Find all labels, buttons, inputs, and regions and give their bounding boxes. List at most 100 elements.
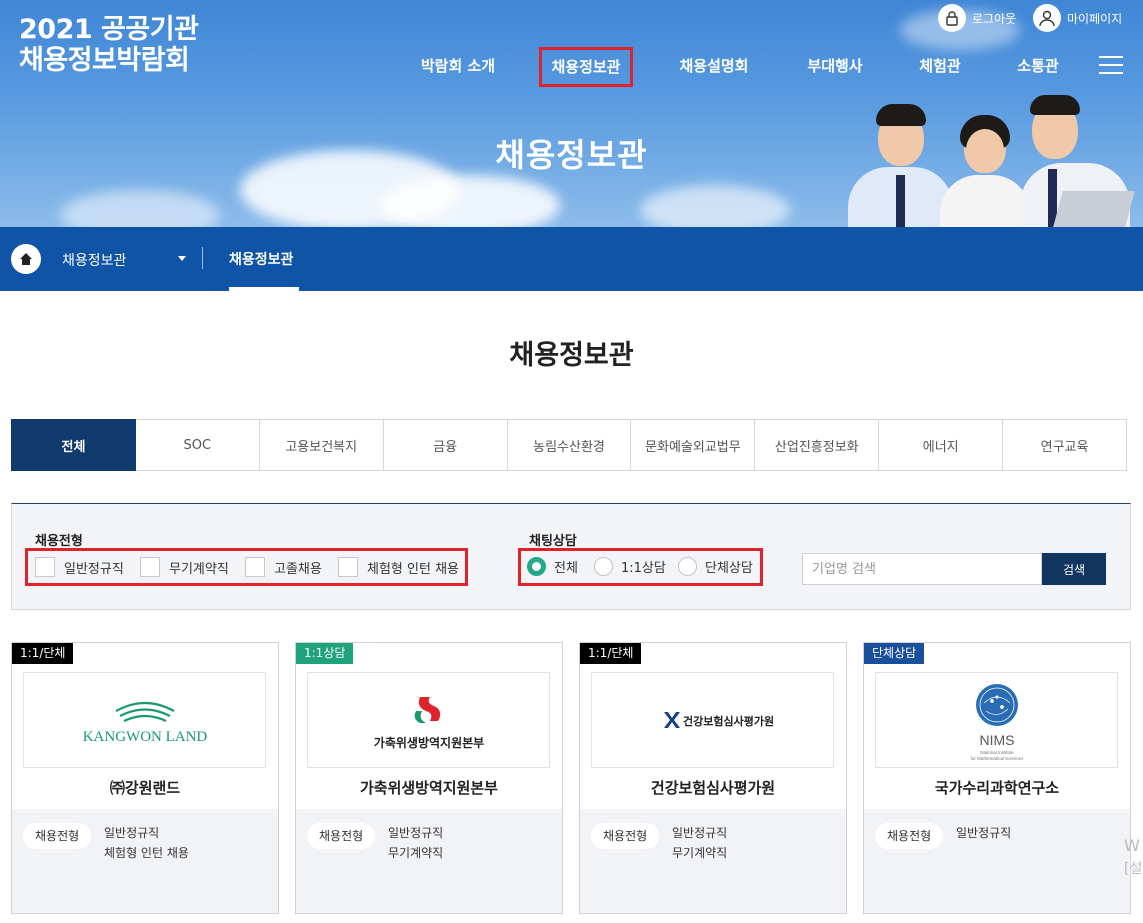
tab-all[interactable]: 전체 xyxy=(11,419,136,471)
radio-one-on-one[interactable]: 1:1상담 xyxy=(594,557,666,576)
employment-type: 일반정규직 xyxy=(956,826,1012,840)
company-name[interactable]: 국가수리과학연구소 xyxy=(864,777,1130,798)
radio-all[interactable]: 전체 xyxy=(527,557,578,576)
page-title: 채용정보관 xyxy=(509,340,634,371)
chevron-down-icon[interactable] xyxy=(178,256,186,261)
logo-subtext: for Mathematical Sciences xyxy=(971,756,1025,761)
cloud-decoration xyxy=(60,190,220,227)
consult-badge: 단체상담 xyxy=(864,643,925,664)
radio-unselected[interactable] xyxy=(594,557,613,576)
company-card[interactable]: 1:1/단체 건강보험심사평가원 건강보험심사평가원 채용전형 일반정규직 무기… xyxy=(579,642,847,914)
mypage-label: 마이페이지 xyxy=(1067,11,1123,26)
tab-finance[interactable]: 금융 xyxy=(383,419,508,471)
company-name[interactable]: 건강보험심사평가원 xyxy=(580,777,846,798)
logo-wordmark: KANGWON LAND xyxy=(83,729,208,745)
nims-logo: NIMS National Institute for Mathematical… xyxy=(971,684,1025,761)
employment-type: 일반정규직 xyxy=(388,826,444,840)
nav-item-side-events[interactable]: 부대행사 xyxy=(800,47,870,87)
company-logo: 건강보험심사평가원 xyxy=(591,672,834,768)
tab-soc[interactable]: SOC xyxy=(135,419,260,471)
checkbox-intern[interactable]: 체험형 인턴 채용 xyxy=(338,557,459,577)
search-button[interactable]: 검색 xyxy=(1042,553,1106,585)
user-icon xyxy=(1033,4,1061,32)
company-logo: KANGWON LAND xyxy=(23,672,266,768)
employment-types: 일반정규직 체험형 인턴 채용 xyxy=(104,823,189,863)
radio-selected[interactable] xyxy=(527,557,546,576)
tab-culture-diplomacy-law[interactable]: 문화예술외교법무 xyxy=(631,419,756,471)
employment-type: 체험형 인턴 채용 xyxy=(104,846,189,860)
radio-label: 전체 xyxy=(554,561,578,576)
checkbox-indefinite[interactable]: 무기계약직 xyxy=(140,557,229,577)
logout-link[interactable]: 로그아웃 xyxy=(938,4,1016,32)
checkbox-box[interactable] xyxy=(338,557,358,577)
card-footer: 채용전형 일반정규직 xyxy=(864,809,1130,913)
lock-icon xyxy=(938,4,966,32)
radio-label: 단체상담 xyxy=(705,561,753,576)
tab-research-education[interactable]: 연구교육 xyxy=(1003,419,1128,471)
category-tabs: 전체 SOC 고용보건복지 금융 농림수산환경 문화예술외교법무 산업진흥정보화… xyxy=(11,419,1128,471)
home-icon[interactable] xyxy=(11,244,41,274)
card-footer: 채용전형 일반정규직 무기계약직 xyxy=(580,809,846,913)
watermark-text: W xyxy=(1124,836,1140,855)
breadcrumb-level2[interactable]: 채용정보관 xyxy=(229,249,293,269)
chat-consult-label: 채팅상담 xyxy=(529,534,577,549)
card-footer: 채용전형 일반정규직 체험형 인턴 채용 xyxy=(12,809,278,913)
checkbox-label: 일반정규직 xyxy=(64,561,124,577)
tab-employment-health-welfare[interactable]: 고용보건복지 xyxy=(259,419,384,471)
company-name[interactable]: 가축위생방역지원본부 xyxy=(296,777,562,798)
logo-wordmark: NIMS xyxy=(980,732,1015,748)
tab-agriculture-environment[interactable]: 농림수산환경 xyxy=(507,419,632,471)
consult-badge: 1:1상담 xyxy=(296,643,354,664)
checkbox-label: 체험형 인턴 채용 xyxy=(367,561,459,577)
checkbox-box[interactable] xyxy=(140,557,160,577)
employment-type-pill: 채용전형 xyxy=(23,823,92,849)
employment-type-pill: 채용전형 xyxy=(591,823,660,849)
company-logo: NIMS National Institute for Mathematical… xyxy=(875,672,1118,768)
company-card[interactable]: 1:1상담 가축위생방역지원본부 가축위생방역지원본부 채용전형 일반정규직 무… xyxy=(295,642,563,914)
company-card[interactable]: 단체상담 NIMS National Institute for Mathema… xyxy=(863,642,1131,914)
logo-line1: 2021 공공기관 xyxy=(19,14,199,45)
company-logo: 가축위생방역지원본부 xyxy=(307,672,550,768)
nav-item-briefing[interactable]: 채용설명회 xyxy=(672,47,756,87)
employment-type-pill: 채용전형 xyxy=(307,823,376,849)
checkbox-box[interactable] xyxy=(245,557,265,577)
tab-industry-it[interactable]: 산업진흥정보화 xyxy=(755,419,880,471)
checkbox-high-school[interactable]: 고졸채용 xyxy=(245,557,322,577)
logo-line2: 채용정보박람회 xyxy=(19,45,190,76)
kangwon-land-logo: KANGWON LAND xyxy=(83,701,208,745)
company-name[interactable]: ㈜강원랜드 xyxy=(12,777,278,798)
consult-badge: 1:1/단체 xyxy=(580,643,642,664)
company-search-input[interactable] xyxy=(802,553,1042,585)
employment-type: 무기계약직 xyxy=(672,846,728,860)
tab-energy[interactable]: 에너지 xyxy=(879,419,1004,471)
mypage-link[interactable]: 마이페이지 xyxy=(1033,4,1122,32)
company-card[interactable]: 1:1/단체 KANGWON LAND ㈜강원랜드 채용전형 일반정규직 체험형… xyxy=(11,642,279,914)
employment-type-pill: 채용전형 xyxy=(875,823,944,849)
cloud-decoration xyxy=(640,185,790,227)
checkbox-label: 무기계약직 xyxy=(169,561,229,577)
card-footer: 채용전형 일반정규직 무기계약직 xyxy=(296,809,562,913)
site-logo[interactable]: 2021 공공기관 채용정보박람회 xyxy=(19,14,199,76)
radio-group[interactable]: 단체상담 xyxy=(678,557,753,576)
nav-item-experience[interactable]: 체험관 xyxy=(912,47,968,87)
employment-types: 일반정규직 무기계약직 xyxy=(672,823,727,863)
logo-wordmark: 가축위생방역지원본부 xyxy=(374,735,484,750)
radio-unselected[interactable] xyxy=(678,557,697,576)
checkbox-regular[interactable]: 일반정규직 xyxy=(35,557,124,577)
radio-label: 1:1상담 xyxy=(621,561,666,576)
employment-types: 일반정규직 xyxy=(956,823,1011,843)
logo-wordmark: 건강보험심사평가원 xyxy=(683,714,774,728)
watermark-text: [설 xyxy=(1124,861,1143,877)
hira-logo: 건강보험심사평가원 xyxy=(664,712,774,728)
nav-item-job-info[interactable]: 채용정보관 xyxy=(539,47,633,87)
checkbox-box[interactable] xyxy=(35,557,55,577)
employment-type: 일반정규직 xyxy=(672,826,728,840)
breadcrumb-level1[interactable]: 채용정보관 xyxy=(62,250,126,270)
nav-item-communication[interactable]: 소통관 xyxy=(1010,47,1066,87)
consult-badge: 1:1/단체 xyxy=(12,643,74,664)
breadcrumb: 채용정보관 채용정보관 xyxy=(0,227,1143,291)
nav-item-fair-intro[interactable]: 박람회 소개 xyxy=(413,47,503,87)
menu-icon[interactable] xyxy=(1099,56,1123,74)
cloud-decoration xyxy=(380,175,560,227)
checkbox-label: 고졸채용 xyxy=(274,561,322,577)
